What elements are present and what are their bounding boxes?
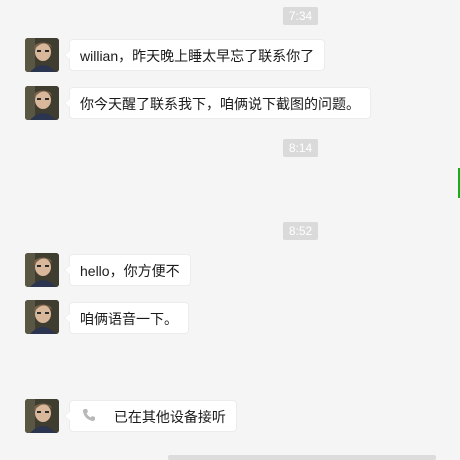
timestamp-divider: 8:14 (283, 139, 318, 157)
timestamp-divider: 8:52 (283, 222, 318, 240)
avatar[interactable] (25, 253, 59, 287)
avatar[interactable] (25, 38, 59, 72)
message-bubble[interactable]: willian，昨天晚上睡太早忘了联系你了 (63, 39, 326, 71)
avatar[interactable] (25, 86, 59, 120)
message-text: hello，你方便不 (80, 263, 180, 279)
message-bubble[interactable]: hello，你方便不 (64, 254, 191, 286)
horizontal-scrollbar[interactable] (168, 455, 436, 460)
message-text: 你今天醒了联系我下，咱俩说下截图的问题。 (80, 96, 360, 112)
avatar[interactable] (25, 399, 59, 433)
message-bubble[interactable]: 咱俩语音一下。 (64, 302, 189, 334)
call-message-bubble[interactable]: 已在其他设备接听 (64, 400, 237, 433)
message-bubble[interactable]: 你今天醒了联系我下，咱俩说下截图的问题。 (64, 87, 371, 119)
message-text: 咱俩语音一下。 (80, 311, 178, 327)
message-text: 已在其他设备接听 (113, 409, 226, 425)
message-text: willian，昨天晚上睡太早忘了联系你了 (80, 48, 315, 64)
timestamp-divider: 7:34 (283, 7, 318, 25)
avatar[interactable] (25, 300, 59, 334)
phone-icon (82, 401, 96, 433)
